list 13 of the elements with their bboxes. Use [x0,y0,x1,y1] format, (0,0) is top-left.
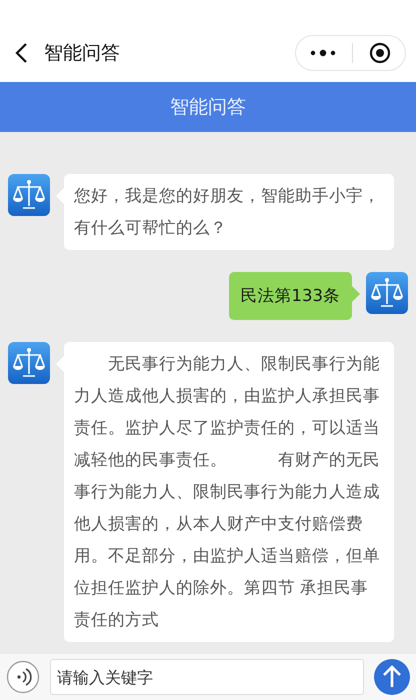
capsule-control[interactable] [295,35,406,71]
message-text: 民法第133条 [240,286,340,305]
message-text: 您好，我是您的好朋友，智能助手小宇，有什么可帮忙的么？ [74,186,380,237]
scale-icon [366,272,408,314]
scale-icon [8,174,50,216]
scale-icon [8,342,50,384]
message-text: 无民事行为能力人、限制民事行为能力人造成他人损害的，由监护人承担民事责任。监护人尽了监护责任的，可以适当减轻他的民事责任。 有财产的无民事行为能力人、限制民事行为能力人造成他人损害的，从本人财产中支付赔偿费用。不足部分，由监护人适当赔偿，但单位担任监护人的除外。第四节 承担民事责任的方式 [74,354,380,629]
more-icon[interactable] [310,49,336,57]
voice-icon[interactable] [6,660,40,694]
back-icon[interactable] [14,42,28,64]
page-title: 智能问答 [44,41,121,66]
banner-title: 智能问答 [170,95,246,120]
keyword-input[interactable]: 请输入关键字 [50,659,364,695]
